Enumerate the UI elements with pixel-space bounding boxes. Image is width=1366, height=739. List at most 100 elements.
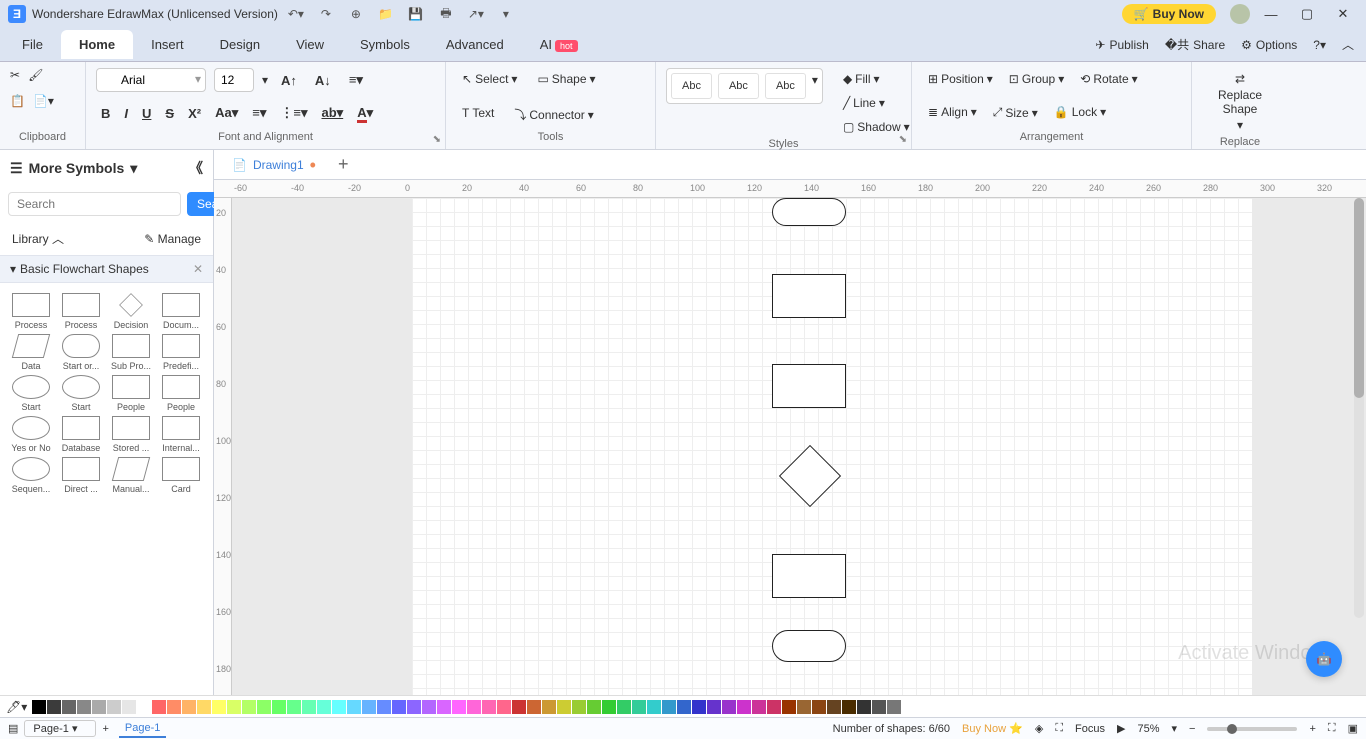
color-swatch[interactable] [617,700,631,714]
fill-button[interactable]: ◆Fill▾ [837,68,916,90]
font-name-input[interactable] [96,68,206,92]
shape-palette-item[interactable]: Manual... [106,455,156,496]
color-swatch[interactable] [47,700,61,714]
color-swatch[interactable] [407,700,421,714]
color-swatch[interactable] [557,700,571,714]
style-chip-2[interactable]: Abc [718,73,759,99]
shape-palette-item[interactable]: Process [56,291,106,332]
canvas-shape-process[interactable] [772,554,846,598]
status-buy-now[interactable]: Buy Now ⭐ [962,722,1023,735]
color-swatch[interactable] [167,700,181,714]
color-swatch[interactable] [752,700,766,714]
maximize-button[interactable]: ▢ [1292,6,1322,22]
tab-advanced[interactable]: Advanced [428,30,522,59]
publish-button[interactable]: ✈Publish [1095,38,1148,52]
color-swatch[interactable] [77,700,91,714]
color-swatch[interactable] [782,700,796,714]
color-swatch[interactable] [122,700,136,714]
shapes-search-input[interactable] [8,192,181,216]
chat-bubble-button[interactable]: 🤖 [1306,641,1342,677]
shape-palette-item[interactable]: Direct ... [56,455,106,496]
fit-icon[interactable]: ⛶ [1055,722,1063,735]
shape-palette-item[interactable]: Data [6,332,56,373]
color-swatch[interactable] [362,700,376,714]
font-size-dropdown-icon[interactable]: ▾ [262,73,268,87]
color-swatch[interactable] [482,700,496,714]
color-swatch[interactable] [707,700,721,714]
zoom-out-button[interactable]: − [1189,723,1195,735]
cut-icon[interactable]: ✂ [10,68,20,82]
redo-icon[interactable]: ↷ [318,6,334,22]
font-name-dropdown-icon[interactable]: ▾ [195,72,201,86]
color-swatch[interactable] [797,700,811,714]
canvas-shape-process[interactable] [772,364,846,408]
color-swatch[interactable] [257,700,271,714]
size-button[interactable]: ⤢Size▾ [987,101,1044,124]
rotate-button[interactable]: ⟲Rotate▾ [1074,68,1143,90]
canvas-shape-terminator[interactable] [772,198,846,226]
decrease-font-icon[interactable]: A↓ [310,70,336,91]
tab-home[interactable]: Home [61,30,133,59]
style-chip-1[interactable]: Abc [671,73,712,99]
color-swatch[interactable] [197,700,211,714]
line-spacing-button[interactable]: ≡▾ [247,102,271,124]
ruler-horizontal[interactable]: -60-40-200204060801001201401601802002202… [214,180,1366,198]
format-painter-icon[interactable]: 🖌 [28,68,43,82]
shape-palette-item[interactable]: Start [56,373,106,414]
canvas-shape-terminator[interactable] [772,630,846,662]
color-swatch[interactable] [377,700,391,714]
shape-palette-item[interactable]: Process [6,291,56,332]
font-size-input[interactable] [214,68,254,92]
shape-palette-item[interactable]: Stored ... [106,414,156,455]
scrollbar-vertical[interactable] [1354,198,1364,618]
color-swatch[interactable] [392,700,406,714]
underline-button[interactable]: U [137,103,156,124]
shape-palette-item[interactable]: Internal... [156,414,206,455]
superscript-button[interactable]: X² [183,103,206,124]
color-swatch[interactable] [302,700,316,714]
color-swatch[interactable] [542,700,556,714]
color-swatch[interactable] [497,700,511,714]
italic-button[interactable]: I [119,103,133,124]
color-swatch[interactable] [287,700,301,714]
add-document-button[interactable]: + [330,154,357,175]
color-swatch[interactable] [182,700,196,714]
user-avatar[interactable] [1230,4,1250,24]
text-tool-button[interactable]: T Text [456,102,500,124]
color-swatch[interactable] [692,700,706,714]
align-button[interactable]: ≣Align▾ [922,101,983,123]
color-swatch[interactable] [857,700,871,714]
color-swatch[interactable] [737,700,751,714]
color-swatch[interactable] [632,700,646,714]
help-icon[interactable]: ?▾ [1313,38,1326,52]
select-tool-button[interactable]: ↖ Select▾ [456,68,523,90]
color-swatch[interactable] [332,700,346,714]
align-menu-icon[interactable]: ≡▾ [344,69,368,91]
color-swatch[interactable] [212,700,226,714]
color-swatch[interactable] [437,700,451,714]
focus-button[interactable]: Focus [1075,723,1105,735]
color-swatch[interactable] [677,700,691,714]
shape-palette-item[interactable]: People [156,373,206,414]
color-swatch[interactable] [602,700,616,714]
collapse-ribbon-icon[interactable]: ︿ [1342,36,1354,53]
color-swatch[interactable] [422,700,436,714]
shape-palette-item[interactable]: Decision [106,291,156,332]
minimize-button[interactable]: — [1256,7,1286,22]
hamburger-icon[interactable]: ☰ [10,160,23,177]
document-tab[interactable]: 📄 Drawing1 • [222,154,326,176]
color-swatch[interactable] [467,700,481,714]
tab-symbols[interactable]: Symbols [342,30,428,59]
collapse-panel-icon[interactable]: 《 [189,158,203,178]
shape-palette-item[interactable]: Sequen... [6,455,56,496]
color-swatch[interactable] [842,700,856,714]
shape-palette-item[interactable]: Sub Pro... [106,332,156,373]
bold-button[interactable]: B [96,103,115,124]
shape-palette-item[interactable]: Card [156,455,206,496]
layers-icon[interactable]: ◈ [1035,722,1043,735]
zoom-slider[interactable] [1207,727,1297,731]
tab-design[interactable]: Design [202,30,278,59]
category-close-icon[interactable]: ✕ [193,262,203,276]
fullscreen-icon[interactable]: ⛶ [1328,722,1336,735]
category-expand-icon[interactable]: ▾ [10,262,16,276]
